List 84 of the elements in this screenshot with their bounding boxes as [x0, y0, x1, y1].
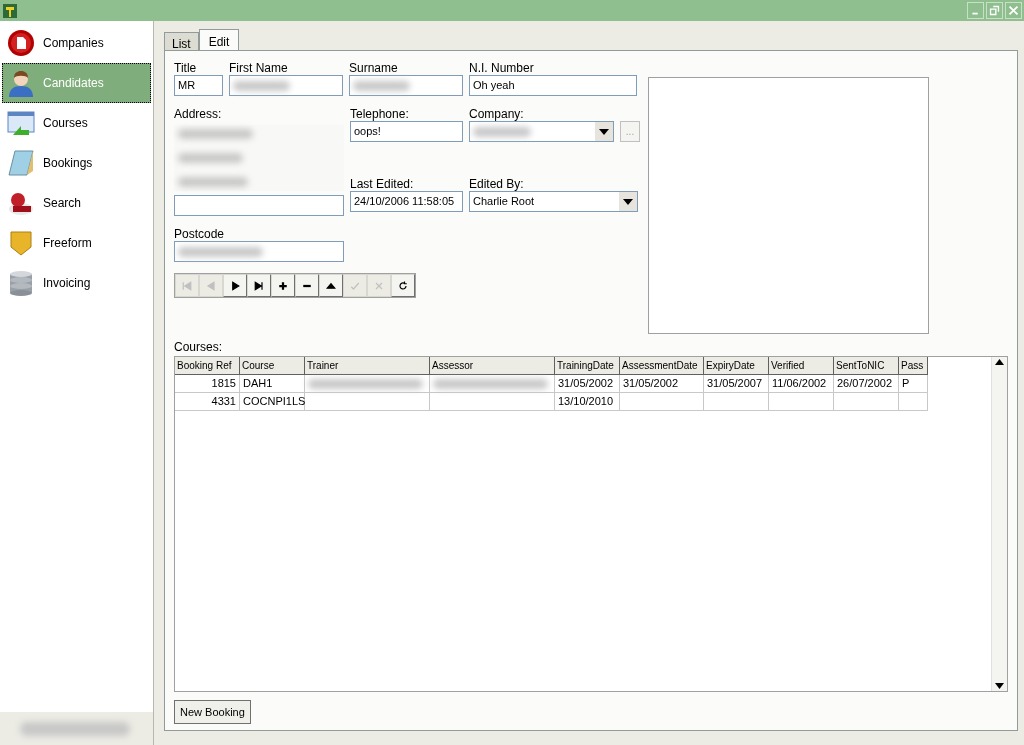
field-label: Edited By: — [469, 177, 525, 191]
column-header[interactable]: ExpiryDate — [704, 357, 769, 375]
table-cell: 13/10/2010 — [555, 393, 620, 411]
field-label: Telephone: — [350, 107, 410, 121]
field-label: First Name — [229, 61, 289, 75]
play-icon — [229, 279, 241, 292]
text-field[interactable] — [349, 75, 463, 96]
table-row[interactable]: 1815 DAH1 31/05/2002 31/05/2002 31/05/2007 11/06/2002 26/07/2002 P — [175, 375, 991, 393]
new-booking-button[interactable]: New Booking — [174, 700, 251, 724]
table-cell: 26/07/2002 — [834, 375, 899, 393]
scrollbar[interactable] — [991, 357, 1007, 691]
database-icon — [7, 269, 35, 297]
toolbar-button[interactable] — [247, 274, 271, 297]
table-cell — [899, 393, 928, 411]
previous-icon — [205, 279, 217, 292]
dropdown-field[interactable] — [469, 121, 614, 142]
text-field[interactable]: MR — [174, 75, 223, 96]
field-label: Last Edited: — [350, 177, 415, 191]
dropdown-field[interactable]: Charlie Root — [469, 191, 638, 212]
table-cell — [769, 393, 834, 411]
notepad-icon — [7, 149, 35, 177]
column-header[interactable]: Pass — [899, 357, 928, 375]
table-cell: P — [899, 375, 928, 393]
table-cell — [834, 393, 899, 411]
field-label: Title — [174, 61, 198, 75]
column-header[interactable]: Assessor — [430, 357, 555, 375]
toolbar-button[interactable] — [223, 274, 247, 297]
table-cell: DAH1 — [240, 375, 305, 393]
text-field[interactable]: 24/10/2006 11:58:05 — [350, 191, 463, 212]
sidebar-item[interactable]: Companies — [2, 23, 151, 63]
document-circle-icon — [7, 29, 35, 57]
blurred-text — [178, 177, 248, 187]
tab[interactable]: List — [164, 32, 199, 50]
sidebar-item[interactable]: Bookings — [2, 143, 151, 183]
toolbar-button[interactable] — [319, 274, 343, 297]
toolbar-button[interactable] — [271, 274, 295, 297]
scroll-down-icon[interactable] — [995, 683, 1004, 689]
close-icon[interactable] — [1005, 2, 1022, 19]
table-cell: 1815 — [175, 375, 240, 393]
person-icon — [7, 69, 35, 97]
field-label: N.I. Number — [469, 61, 535, 75]
column-header[interactable]: Trainer — [305, 357, 430, 375]
column-header[interactable]: Booking Ref — [175, 357, 240, 375]
column-header[interactable]: SentToNIC — [834, 357, 899, 375]
toolbar-button[interactable] — [295, 274, 319, 297]
sidebar-item[interactable]: Freeform — [2, 223, 151, 263]
text-field[interactable]: Oh yeah — [469, 75, 637, 96]
table-cell — [704, 393, 769, 411]
field-label: Address: — [174, 107, 223, 121]
field-label: Surname — [349, 61, 399, 75]
table-row[interactable]: 4331 COCNPI1LS 13/10/2010 — [175, 393, 991, 411]
sidebar-item[interactable]: Search — [2, 183, 151, 223]
tab[interactable]: Edit — [198, 29, 240, 50]
field-label: Company: — [469, 107, 525, 121]
restore-icon[interactable] — [986, 2, 1003, 19]
blurred-text — [178, 153, 243, 163]
sidebar-item[interactable]: Courses — [2, 103, 151, 143]
column-header[interactable]: TrainingDate — [555, 357, 620, 375]
text-field[interactable] — [174, 195, 344, 216]
table-cell: 31/05/2007 — [704, 375, 769, 393]
table-cell: 11/06/2002 — [769, 375, 834, 393]
plus-icon — [277, 279, 289, 292]
column-header[interactable]: Verified — [769, 357, 834, 375]
window-arrow-icon — [7, 109, 35, 137]
column-header[interactable]: Course — [240, 357, 305, 375]
table-cell: 31/05/2002 — [555, 375, 620, 393]
minimize-icon[interactable] — [967, 2, 984, 19]
table-cell: 4331 — [175, 393, 240, 411]
field-label: Postcode — [174, 227, 226, 241]
app-logo-icon — [2, 2, 18, 19]
scroll-up-icon[interactable] — [995, 359, 1004, 365]
sidebar-item[interactable]: Invoicing — [2, 263, 151, 303]
table-cell: COCNPI1LS — [240, 393, 305, 411]
text-field[interactable] — [229, 75, 343, 96]
text-field[interactable]: oops! — [350, 121, 463, 142]
shield-icon — [7, 229, 35, 257]
refresh-icon — [397, 279, 409, 292]
text-field[interactable] — [174, 241, 344, 262]
field-label: Courses: — [174, 340, 224, 354]
last-record-icon — [253, 279, 265, 292]
first-record-icon — [181, 279, 193, 292]
toolbar-button[interactable] — [391, 274, 415, 297]
table-cell: 31/05/2002 — [620, 375, 704, 393]
column-header[interactable]: AssessmentDate — [620, 357, 704, 375]
